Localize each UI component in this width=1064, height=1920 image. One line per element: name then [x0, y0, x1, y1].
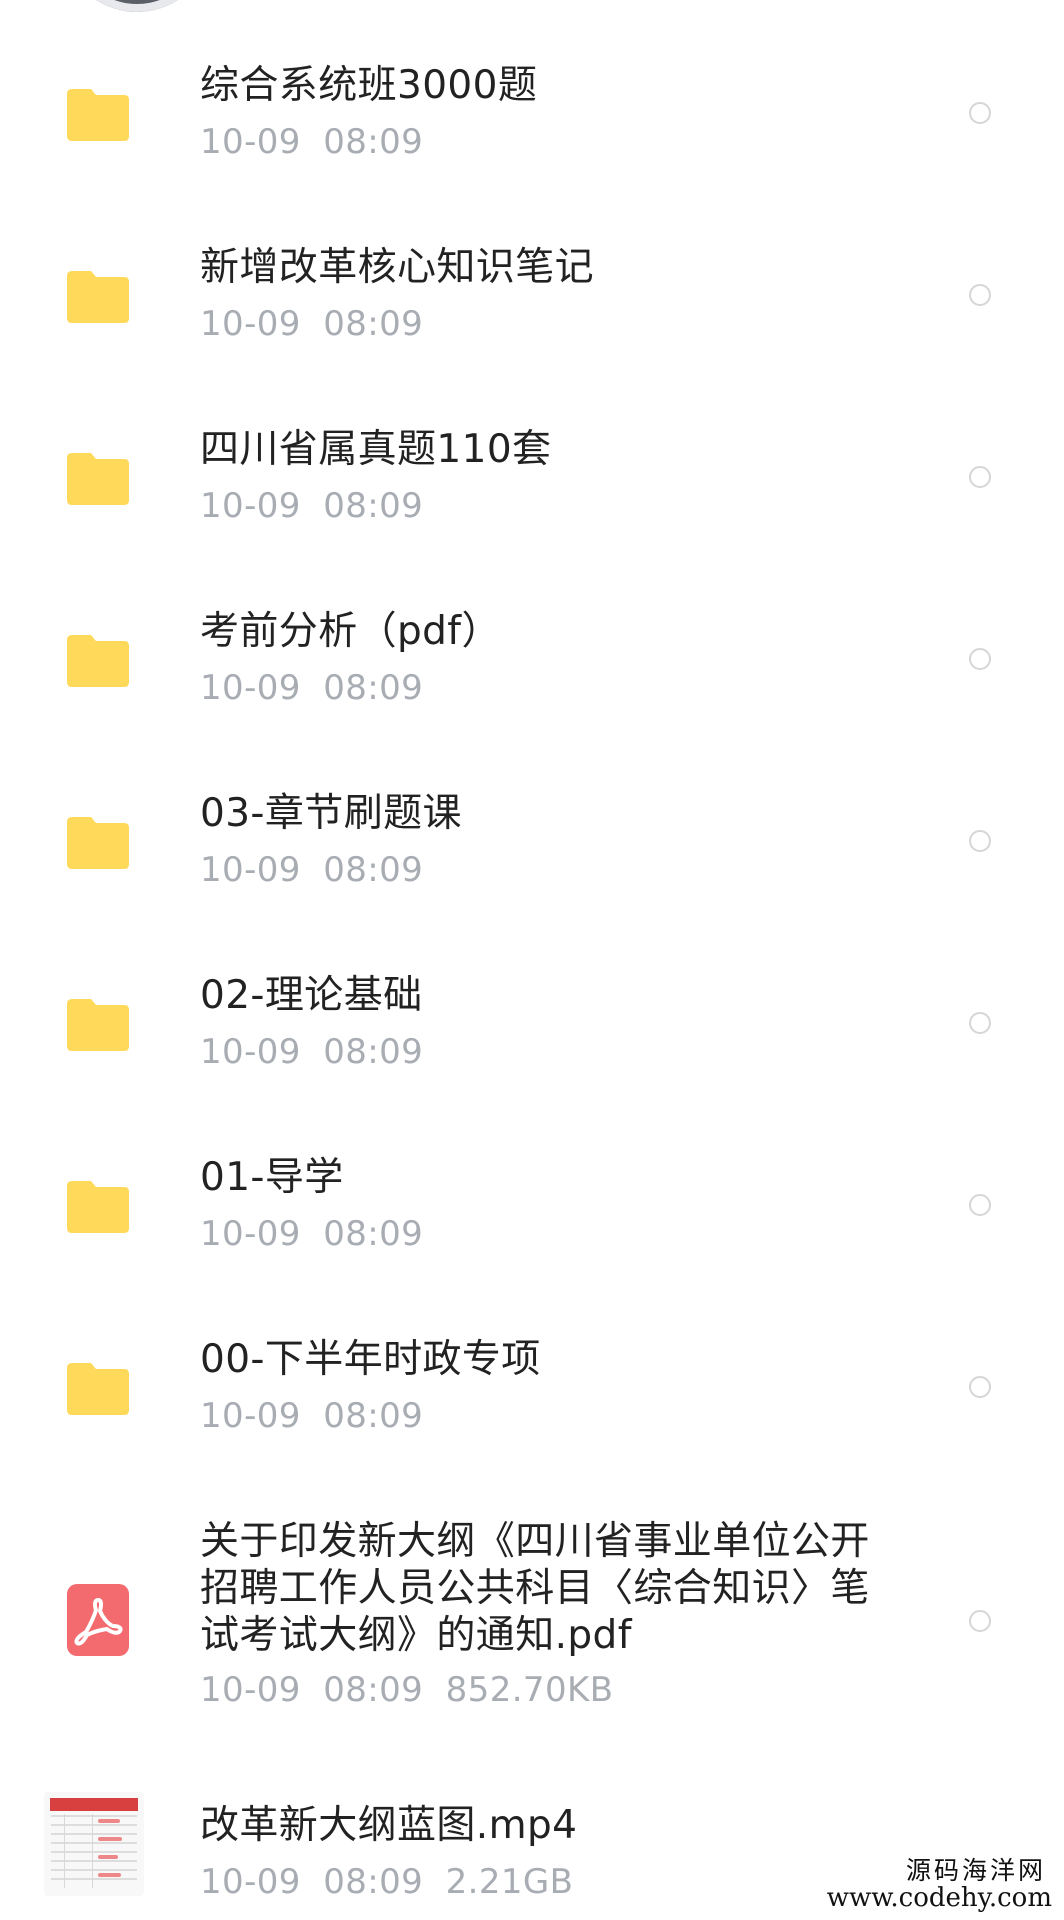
radio-unchecked-icon[interactable]	[969, 1194, 991, 1216]
folder-icon	[67, 1363, 129, 1415]
file-date: 10-09	[200, 850, 301, 890]
file-time: 08:09	[323, 1032, 424, 1072]
file-list-screen: 综合系统班3000题 10-09 08:09 新增改革核心知识笔记 10-09 …	[0, 0, 1064, 1920]
folder-icon	[67, 817, 129, 869]
radio-unchecked-icon[interactable]	[969, 1610, 991, 1632]
file-name: 综合系统班3000题	[200, 63, 538, 108]
file-name: 改革新大纲蓝图.mp4	[200, 1803, 578, 1848]
file-name: 四川省属真题110套	[200, 427, 552, 472]
file-time: 08:09	[323, 486, 424, 526]
radio-unchecked-icon[interactable]	[969, 466, 991, 488]
radio-unchecked-icon[interactable]	[969, 648, 991, 670]
radio-unchecked-icon[interactable]	[969, 830, 991, 852]
file-time: 08:09	[323, 1396, 424, 1436]
file-date: 10-09	[200, 1862, 301, 1902]
file-meta: 10-09 08:09 2.21GB	[200, 1862, 573, 1902]
watermark-url: www.codehy.com	[826, 1882, 1052, 1913]
file-date: 10-09	[200, 1214, 301, 1254]
file-time: 08:09	[323, 1670, 424, 1710]
file-meta: 10-09 08:09	[200, 304, 423, 344]
file-meta: 10-09 08:09	[200, 122, 423, 162]
file-time: 08:09	[323, 850, 424, 890]
pdf-file-icon	[67, 1584, 129, 1656]
radio-unchecked-icon[interactable]	[969, 1376, 991, 1398]
radio-unchecked-icon[interactable]	[969, 102, 991, 124]
file-meta: 10-09 08:09 852.70KB	[200, 1670, 613, 1710]
file-name: 新增改革核心知识笔记	[200, 245, 595, 290]
file-name: 考前分析（pdf）	[200, 609, 501, 654]
file-date: 10-09	[200, 122, 301, 162]
folder-icon	[67, 635, 129, 687]
folder-icon	[67, 1181, 129, 1233]
folder-icon	[67, 999, 129, 1051]
file-date: 10-09	[200, 1032, 301, 1072]
file-date: 10-09	[200, 486, 301, 526]
folder-icon	[67, 271, 129, 323]
folder-icon	[67, 89, 129, 141]
file-meta: 10-09 08:09	[200, 486, 423, 526]
file-size: 2.21GB	[445, 1862, 574, 1902]
file-date: 10-09	[200, 1670, 301, 1710]
file-name: 03-章节刷题课	[200, 791, 462, 836]
watermark-title: 源码海洋网	[905, 1856, 1046, 1886]
folder-icon	[67, 453, 129, 505]
file-meta: 10-09 08:09	[200, 1396, 423, 1436]
file-time: 08:09	[323, 668, 424, 708]
file-size: 852.70KB	[445, 1670, 614, 1710]
radio-unchecked-icon[interactable]	[969, 1012, 991, 1034]
file-name: 关于印发新大纲《四川省事业单位公开招聘工作人员公共科目〈综合知识〉笔试考试大纲》…	[200, 1519, 870, 1658]
file-name: 01-导学	[200, 1155, 344, 1200]
file-date: 10-09	[200, 304, 301, 344]
file-date: 10-09	[200, 668, 301, 708]
radio-unchecked-icon[interactable]	[969, 284, 991, 306]
file-meta: 10-09 08:09	[200, 1032, 423, 1072]
file-date: 10-09	[200, 1396, 301, 1436]
avatar	[62, 0, 212, 12]
file-time: 08:09	[323, 304, 424, 344]
watermark: 源码海洋网 www.codehy.com	[802, 1858, 1052, 1912]
file-time: 08:09	[323, 1214, 424, 1254]
file-meta: 10-09 08:09	[200, 850, 423, 890]
file-time: 08:09	[323, 122, 424, 162]
file-meta: 10-09 08:09	[200, 1214, 423, 1254]
video-thumbnail-icon	[44, 1792, 144, 1896]
file-time: 08:09	[323, 1862, 424, 1902]
file-name: 00-下半年时政专项	[200, 1337, 541, 1382]
file-name: 02-理论基础	[200, 973, 423, 1018]
file-meta: 10-09 08:09	[200, 668, 423, 708]
